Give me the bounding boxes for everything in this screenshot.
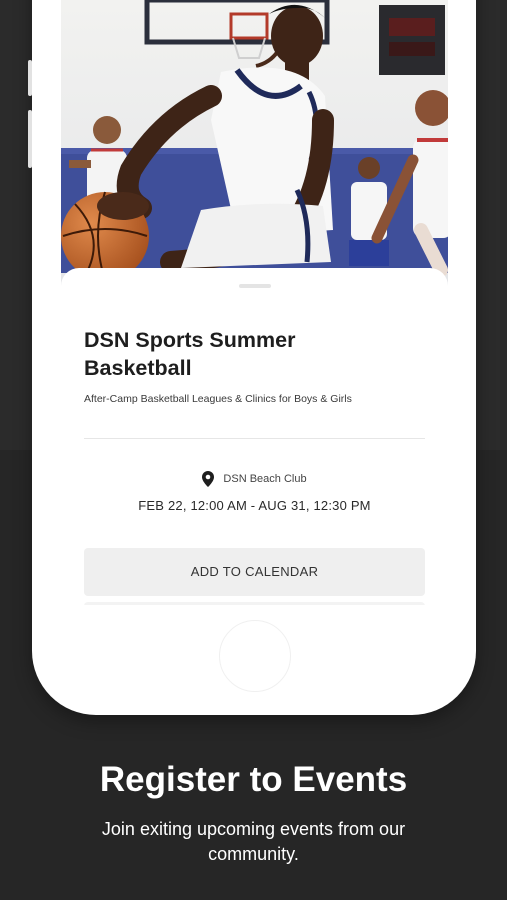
promo-headline: Register to Events	[99, 760, 408, 799]
phone-side-button	[28, 110, 32, 168]
event-dates: FEB 22, 12:00 AM - AUG 31, 12:30 PM	[138, 498, 371, 513]
event-title: DSN Sports Summer Basketball	[84, 328, 296, 380]
phone-home-button	[219, 620, 291, 692]
map-pin-icon	[202, 471, 215, 487]
phone-side-button	[28, 60, 32, 96]
next-button-partial[interactable]	[84, 602, 425, 605]
event-hero-image	[61, 0, 448, 290]
event-location-label: DSN Beach Club	[223, 473, 307, 485]
add-to-calendar-button[interactable]: ADD TO CALENDAR	[84, 548, 425, 596]
promo-tagline: Join exiting upcoming events from our co…	[101, 819, 406, 864]
event-location: DSN Beach Club	[61, 471, 448, 487]
app-screen: DSN Sports Summer Basketball After-Camp …	[61, 0, 448, 605]
divider	[84, 438, 425, 439]
event-detail-sheet: DSN Sports Summer Basketball After-Camp …	[61, 268, 448, 605]
sheet-grabber[interactable]	[239, 284, 271, 288]
event-subtitle: After-Camp Basketball Leagues & Clinics …	[84, 393, 352, 405]
